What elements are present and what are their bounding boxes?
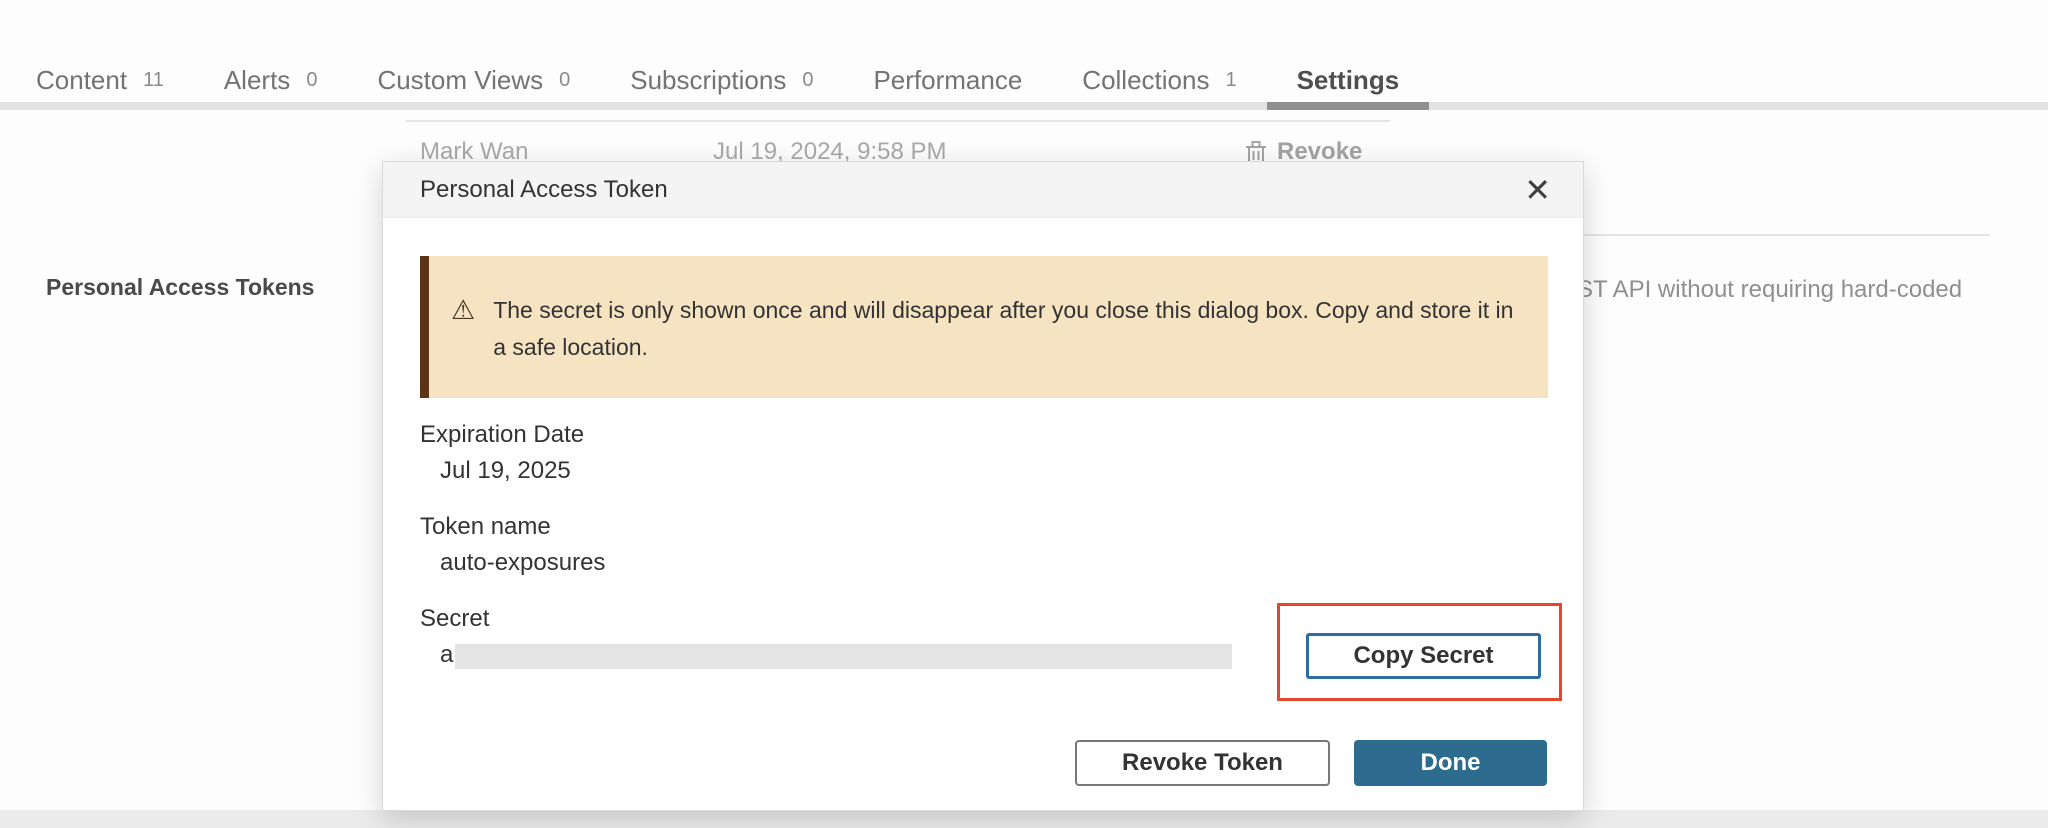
tab-label: Performance [873, 65, 1022, 96]
copy-secret-button[interactable]: Copy Secret [1306, 633, 1541, 679]
pat-description-fragment: ST API without requiring hard-coded [1577, 276, 1962, 304]
expiration-date-value: Jul 19, 2025 [440, 457, 571, 485]
warning-icon: ⚠ [451, 292, 475, 398]
tab-count: 1 [1225, 69, 1236, 92]
tab-count: 0 [802, 69, 813, 92]
close-icon[interactable]: ✕ [1518, 172, 1557, 208]
tab-count: 11 [143, 69, 164, 92]
tab-performance[interactable]: Performance [843, 55, 1052, 105]
section-divider [1583, 234, 1990, 236]
token-name-label: Token name [420, 513, 551, 541]
done-button[interactable]: Done [1354, 740, 1547, 786]
tab-alerts[interactable]: Alerts 0 [194, 55, 348, 105]
tab-label: Custom Views [377, 65, 543, 96]
token-name-value: auto-exposures [440, 549, 605, 577]
tab-custom-views[interactable]: Custom Views 0 [347, 55, 600, 105]
secret-label: Secret [420, 605, 489, 633]
dialog-header: Personal Access Token [383, 162, 1583, 218]
warning-banner: ⚠ The secret is only shown once and will… [420, 256, 1548, 398]
tab-content[interactable]: Content 11 [6, 55, 194, 105]
section-label-personal-access-tokens: Personal Access Tokens [46, 274, 314, 301]
dialog-title: Personal Access Token [420, 176, 668, 204]
revoke-token-button[interactable]: Revoke Token [1075, 740, 1330, 786]
secret-redacted-bar [455, 644, 1232, 669]
tab-label: Settings [1297, 65, 1400, 96]
tab-count: 0 [306, 69, 317, 92]
page-bottom-strip [0, 810, 2048, 828]
tab-bar: Content 11 Alerts 0 Custom Views 0 Subsc… [0, 0, 2048, 110]
secret-visible-value: a [440, 641, 453, 669]
expiration-date-label: Expiration Date [420, 421, 584, 449]
tab-subscriptions[interactable]: Subscriptions 0 [600, 55, 843, 105]
warning-text: The secret is only shown once and will d… [493, 292, 1523, 398]
tab-settings[interactable]: Settings [1267, 55, 1430, 105]
table-row-divider [405, 120, 1390, 122]
page: Content 11 Alerts 0 Custom Views 0 Subsc… [0, 0, 2048, 828]
tab-label: Subscriptions [630, 65, 786, 96]
tab-label: Collections [1082, 65, 1209, 96]
tab-label: Content [36, 65, 127, 96]
tab-count: 0 [559, 69, 570, 92]
personal-access-token-dialog: Personal Access Token ✕ ⚠ The secret is … [383, 162, 1583, 810]
tab-list: Content 11 Alerts 0 Custom Views 0 Subsc… [6, 55, 1429, 105]
tab-label: Alerts [224, 65, 290, 96]
tab-collections[interactable]: Collections 1 [1052, 55, 1266, 105]
